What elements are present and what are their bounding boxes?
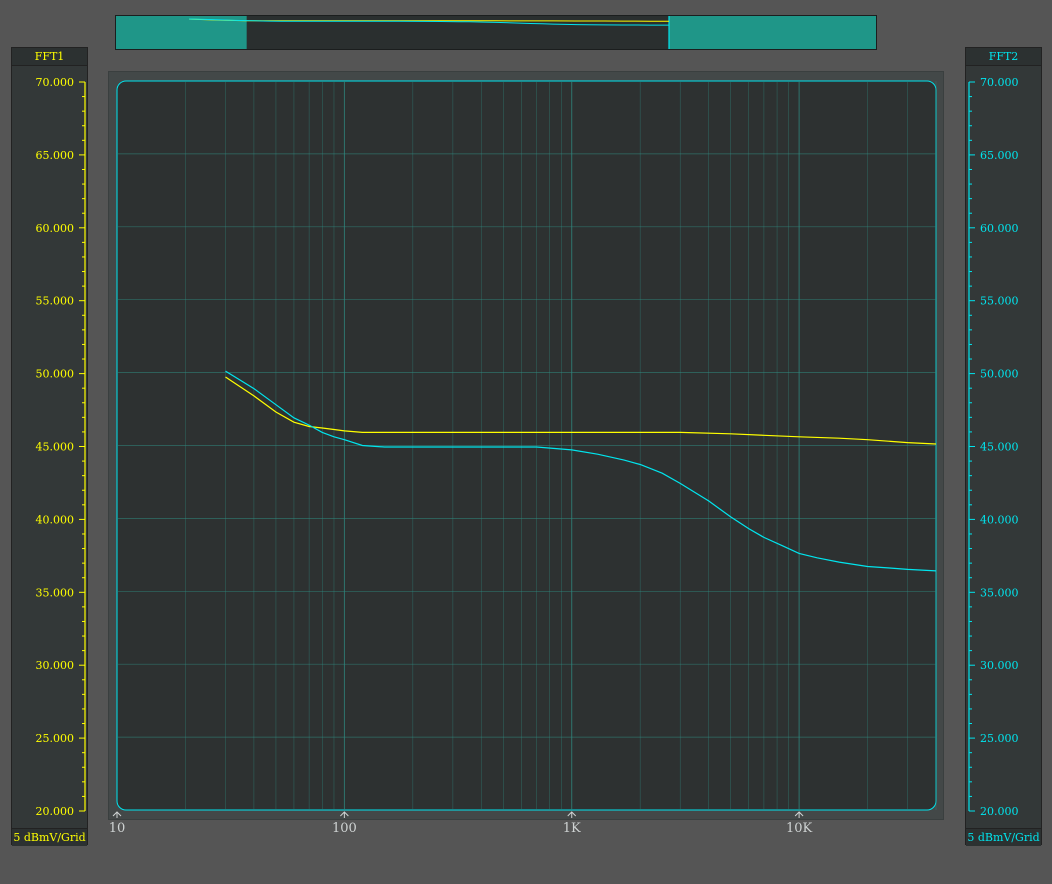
fft-plot[interactable]: 10 100 1K 10K <box>0 0 1052 884</box>
x-tick-label: 1K <box>563 821 581 836</box>
x-tick-label: 100 <box>332 821 357 836</box>
x-tick-mark <box>112 811 122 818</box>
x-tick-label: 10 <box>109 821 126 836</box>
x-tick-label: 10K <box>786 821 813 836</box>
x-tick-mark <box>340 811 349 818</box>
x-tick-mark <box>567 811 577 818</box>
x-tick-mark <box>794 811 804 818</box>
